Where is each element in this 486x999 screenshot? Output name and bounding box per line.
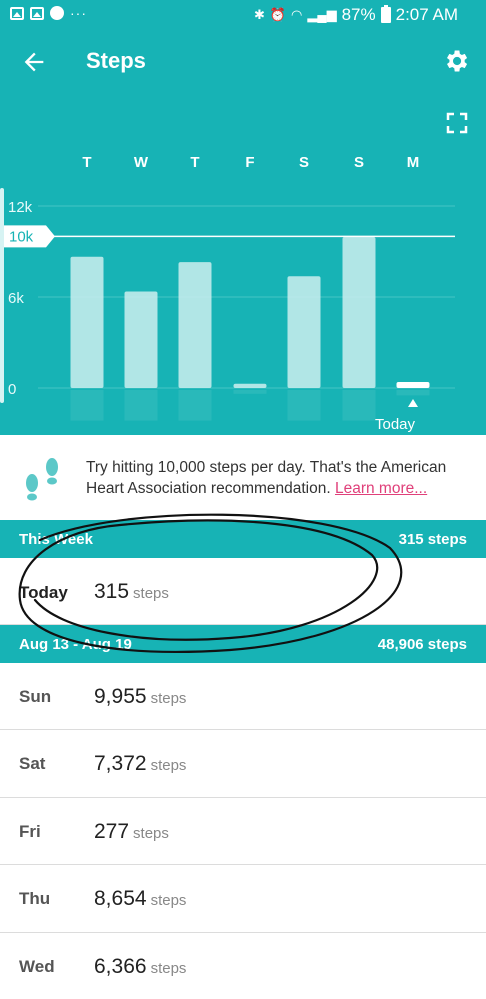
step-value: 8,654	[94, 887, 147, 910]
signal-icon: ▂▄▆	[307, 7, 337, 22]
step-value: 277	[94, 820, 130, 843]
battery-icon	[380, 5, 391, 23]
step-value: 315	[94, 580, 130, 603]
step-count: 7,372 steps	[94, 752, 186, 776]
bluetooth-icon: ✱	[253, 7, 265, 22]
day-label: Sun	[19, 687, 52, 706]
clock: 2:07 AM	[395, 5, 458, 24]
bar	[70, 256, 104, 388]
y-tick-label: 12k	[8, 199, 33, 216]
day-row-sun[interactable]: Sun 9,955 steps	[0, 663, 486, 730]
step-unit: steps	[150, 757, 187, 774]
day-row-sat[interactable]: Sat 7,372 steps	[0, 730, 486, 798]
battery-percent: 87%	[341, 5, 376, 24]
x-category-label: T	[190, 154, 199, 171]
day-row-today[interactable]: Today 315 steps	[0, 558, 486, 625]
status-bar: ··· ✱ ⏰ ◠ ▂▄▆ 87% 2:07 AM	[0, 0, 486, 30]
day-label: Today	[19, 583, 68, 602]
footprints-icon	[26, 458, 58, 501]
day-row-thu[interactable]: Thu 8,654 steps	[0, 865, 486, 933]
step-unit: steps	[133, 585, 169, 602]
day-row-wed[interactable]: Wed 6,366 steps	[0, 933, 486, 999]
header-panel: ··· ✱ ⏰ ◠ ▂▄▆ 87% 2:07 AM Steps 12k 6k 0 T W…	[0, 0, 486, 435]
step-count: 277 steps	[94, 820, 169, 844]
section-total: 48,906 steps	[377, 636, 467, 653]
x-category-label: W	[134, 154, 149, 171]
this-week-header: This Week 315 steps	[0, 520, 486, 558]
step-unit: steps	[150, 892, 187, 909]
bar-reflection	[178, 390, 212, 421]
bar	[233, 383, 267, 388]
step-count: 315 steps	[94, 580, 169, 604]
x-category-label: F	[245, 154, 254, 171]
learn-more-link[interactable]: Learn more...	[335, 480, 427, 497]
app-icon	[50, 6, 64, 20]
bar-reflection	[396, 390, 430, 396]
chart-left-edge	[0, 188, 4, 403]
day-label: Wed	[19, 957, 55, 976]
step-unit: steps	[133, 825, 169, 842]
step-value: 9,955	[94, 685, 147, 708]
bar	[287, 276, 321, 388]
notification-icons: ···	[10, 6, 87, 20]
step-value: 7,372	[94, 752, 147, 775]
bar	[124, 291, 158, 388]
day-label: Thu	[19, 889, 51, 908]
y-tick-label: 6k	[8, 290, 24, 307]
step-unit: steps	[150, 960, 187, 977]
bar-reflection	[124, 390, 158, 421]
day-row-fri[interactable]: Fri 277 steps	[0, 798, 486, 865]
gear-icon[interactable]	[442, 47, 470, 75]
x-category-label: S	[299, 154, 309, 171]
app-bar: Steps	[0, 38, 486, 86]
section-label: Aug 13 - Aug 19	[19, 636, 132, 653]
gallery-icon	[10, 6, 24, 20]
x-category-label: M	[407, 154, 420, 171]
steps-bar-chart: 12k 6k 0 T W T F S S M 10k Today	[0, 154, 455, 433]
x-category-label: T	[82, 154, 91, 171]
tip-text: Try hitting 10,000 steps per day. That's…	[86, 457, 476, 499]
arrow-left-icon[interactable]	[20, 48, 48, 76]
week-range-header: Aug 13 - Aug 19 48,906 steps	[0, 625, 486, 663]
today-marker-icon	[408, 399, 418, 407]
section-total: 315 steps	[398, 531, 467, 548]
step-unit: steps	[150, 690, 187, 707]
bar-reflection	[233, 390, 267, 394]
x-category-label: S	[354, 154, 364, 171]
bar-reflection	[287, 390, 321, 421]
bar-reflection	[70, 390, 104, 421]
step-value: 6,366	[94, 955, 147, 978]
today-label: Today	[375, 416, 416, 433]
bar	[396, 382, 430, 388]
day-label: Sat	[19, 754, 46, 773]
bar	[178, 262, 212, 388]
goal-label: 10k	[9, 228, 34, 245]
more-notifications-icon: ···	[70, 5, 87, 21]
step-count: 6,366 steps	[94, 955, 186, 979]
step-count: 8,654 steps	[94, 887, 186, 911]
y-tick-label: 0	[8, 381, 16, 398]
system-status: ✱ ⏰ ◠ ▂▄▆ 87% 2:07 AM	[254, 5, 458, 25]
bar	[342, 237, 376, 388]
bar-reflection	[342, 390, 376, 421]
tip-card: Try hitting 10,000 steps per day. That's…	[0, 435, 486, 520]
day-label: Fri	[19, 822, 41, 841]
image-icon	[30, 6, 44, 20]
section-label: This Week	[19, 531, 93, 548]
fullscreen-icon[interactable]	[446, 112, 468, 134]
step-count: 9,955 steps	[94, 685, 186, 709]
wifi-icon: ◠	[291, 7, 303, 22]
alarm-icon: ⏰	[269, 7, 287, 22]
page-title: Steps	[86, 48, 146, 73]
